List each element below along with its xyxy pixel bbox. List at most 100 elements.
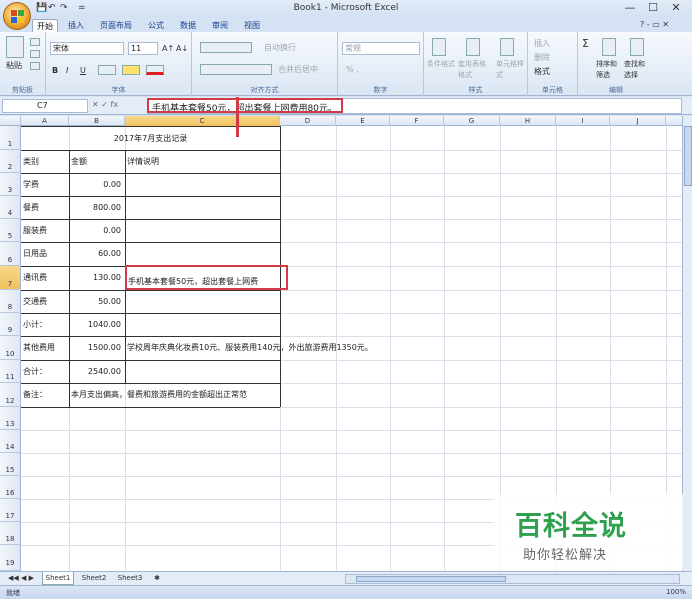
find-select-button[interactable]: 查找和选择 <box>624 59 650 81</box>
percent-button[interactable]: % , <box>346 64 359 75</box>
conditional-format-icon[interactable] <box>432 38 446 56</box>
tab-view[interactable]: 视图 <box>240 19 264 32</box>
amount-cell[interactable]: 50.00 <box>69 296 121 307</box>
column-header-f[interactable]: F <box>390 116 444 126</box>
number-format-select[interactable]: 常规 <box>342 42 420 55</box>
bold-button[interactable]: B <box>52 65 58 76</box>
column-header-e[interactable]: E <box>336 116 390 126</box>
row-header-5[interactable]: 5 <box>0 219 21 242</box>
shrink-font-button[interactable]: A↓ <box>176 43 188 54</box>
sheet-title-cell[interactable]: 2017年7月支出记录 <box>21 133 280 144</box>
select-all-corner[interactable] <box>0 116 21 126</box>
minimize-button[interactable]: — <box>620 1 640 15</box>
row-header-16[interactable]: 16 <box>0 476 21 499</box>
font-size-select[interactable]: 11 <box>128 42 158 55</box>
row-header-15[interactable]: 15 <box>0 453 21 476</box>
remark-label-cell[interactable]: 备注： <box>23 389 47 400</box>
align-bottom-icons[interactable] <box>200 64 272 75</box>
active-cell-highlight[interactable] <box>125 265 288 290</box>
tab-data[interactable]: 数据 <box>176 19 200 32</box>
format-cells-button[interactable]: 格式 <box>534 66 550 77</box>
row-header-17[interactable]: 17 <box>0 499 21 522</box>
row-header-18[interactable]: 18 <box>0 522 21 545</box>
header-detail-cell[interactable]: 详情说明 <box>127 156 159 167</box>
row-header-6[interactable]: 6 <box>0 242 21 266</box>
wrap-text-button[interactable]: 自动换行 <box>264 42 296 53</box>
amount-cell[interactable]: 2540.00 <box>69 366 121 377</box>
insert-cells-button[interactable]: 插入 <box>534 38 550 49</box>
paste-button[interactable]: 粘贴 <box>6 60 22 71</box>
cut-icon[interactable] <box>30 38 40 46</box>
grow-font-button[interactable]: A↑ <box>162 43 174 54</box>
row-header-9[interactable]: 9 <box>0 313 21 336</box>
category-cell[interactable]: 通讯费 <box>23 272 47 283</box>
sheet-tab-2[interactable]: Sheet2 <box>78 572 110 585</box>
sheet-nav-arrows[interactable]: ◀◀ ◀ ▶ ▶▶ <box>2 572 40 595</box>
amount-cell[interactable]: 1500.00 <box>69 342 121 353</box>
category-cell[interactable]: 服装费 <box>23 225 47 236</box>
delete-cells-button[interactable]: 删除 <box>534 52 550 63</box>
underline-button[interactable]: U <box>80 65 86 76</box>
maximize-button[interactable]: ☐ <box>643 1 663 15</box>
horizontal-scroll-thumb[interactable] <box>356 576 506 582</box>
format-painter-icon[interactable] <box>30 62 40 70</box>
row-header-19[interactable]: 19 <box>0 545 21 571</box>
align-top-icons[interactable] <box>200 42 252 53</box>
column-header-c[interactable]: C <box>125 116 280 126</box>
borders-icon[interactable] <box>98 65 116 75</box>
category-cell[interactable]: 学费 <box>23 179 39 190</box>
category-cell[interactable]: 其他费用 <box>23 342 55 353</box>
vertical-scrollbar[interactable] <box>682 116 692 571</box>
italic-button[interactable]: I <box>66 65 68 76</box>
font-color-icon[interactable] <box>146 65 164 75</box>
remark-text-cell[interactable]: 本月支出偏高，餐费和旅游费用的金额超出正常范 <box>71 389 279 400</box>
column-header-h[interactable]: H <box>500 116 556 126</box>
horizontal-scrollbar[interactable] <box>345 574 680 584</box>
merge-center-button[interactable]: 合并后居中 <box>278 64 318 75</box>
row-header-7[interactable]: 7 <box>0 266 21 290</box>
tab-insert[interactable]: 插入 <box>64 19 88 32</box>
insert-sheet-icon[interactable]: ✱ <box>150 572 164 585</box>
amount-cell[interactable]: 130.00 <box>69 272 121 283</box>
table-format-button[interactable]: 套用表格格式 <box>458 59 488 81</box>
copy-icon[interactable] <box>30 50 40 58</box>
vertical-scroll-thumb[interactable] <box>684 126 692 186</box>
row-header-11[interactable]: 11 <box>0 360 21 383</box>
close-button[interactable]: ✕ <box>666 1 686 15</box>
sort-filter-button[interactable]: 排序和筛选 <box>596 59 622 81</box>
find-select-icon[interactable] <box>630 38 644 56</box>
category-cell[interactable]: 餐费 <box>23 202 39 213</box>
row-header-2[interactable]: 2 <box>0 150 21 173</box>
sheet-tab-3[interactable]: Sheet3 <box>114 572 146 585</box>
fx-icon[interactable]: ✕ ✓ fx <box>92 100 118 109</box>
zoom-level[interactable]: 100% <box>666 588 686 596</box>
column-header-i[interactable]: I <box>556 116 610 126</box>
header-category-cell[interactable]: 类别 <box>23 156 39 167</box>
column-header-a[interactable]: A <box>21 116 69 126</box>
row-header-3[interactable]: 3 <box>0 173 21 196</box>
category-cell[interactable]: 日用品 <box>23 248 47 259</box>
autosum-button[interactable]: Σ <box>582 38 589 49</box>
column-header-j[interactable]: J <box>610 116 666 126</box>
row-header-8[interactable]: 8 <box>0 290 21 313</box>
cell-styles-button[interactable]: 单元格样式 <box>496 59 526 81</box>
detail-cell[interactable]: 学校周年庆典化妆费10元、服装费用140元，外出旅游费用1350元。 <box>127 342 373 353</box>
amount-cell[interactable]: 1040.00 <box>69 319 121 330</box>
sheet-tab-1[interactable]: Sheet1 <box>42 572 74 585</box>
tab-page-layout[interactable]: 页面布局 <box>96 19 136 32</box>
help-controls[interactable]: ? - ▭ ✕ <box>640 20 669 29</box>
row-header-12[interactable]: 12 <box>0 383 21 407</box>
amount-cell[interactable]: 0.00 <box>69 225 121 236</box>
office-button[interactable] <box>3 2 31 30</box>
row-header-10[interactable]: 10 <box>0 336 21 360</box>
font-name-select[interactable]: 宋体 <box>50 42 124 55</box>
row-header-1[interactable]: 1 <box>0 126 21 150</box>
amount-cell[interactable]: 800.00 <box>69 202 121 213</box>
amount-cell[interactable]: 60.00 <box>69 248 121 259</box>
row-header-14[interactable]: 14 <box>0 430 21 453</box>
cell-styles-icon[interactable] <box>500 38 514 56</box>
name-box[interactable]: C7 <box>2 99 88 113</box>
tab-formulas[interactable]: 公式 <box>144 19 168 32</box>
paste-icon[interactable] <box>6 36 24 58</box>
header-amount-cell[interactable]: 金额 <box>71 156 87 167</box>
